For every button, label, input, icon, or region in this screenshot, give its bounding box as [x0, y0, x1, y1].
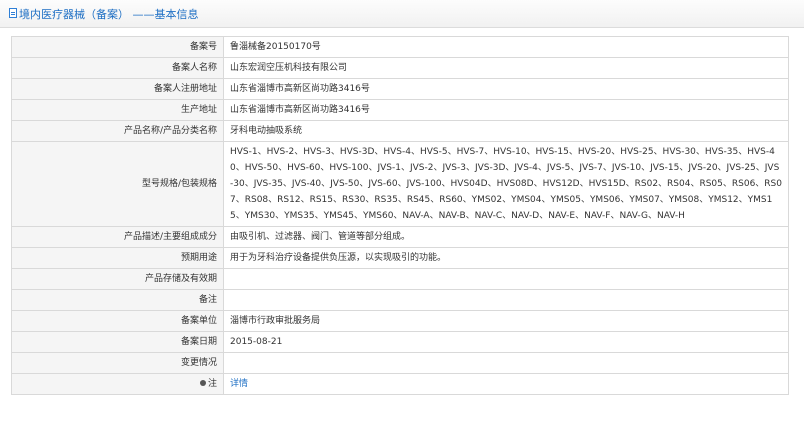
- field-label-registered-address: 备案人注册地址: [11, 78, 224, 100]
- document-icon: [9, 8, 17, 18]
- field-value-registered-address: 山东省淄博市高新区尚功路3416号: [223, 78, 789, 100]
- field-value-change-status: [223, 352, 789, 374]
- page-title: 境内医疗器械（备案） ——基本信息: [19, 8, 199, 21]
- page-header: 境内医疗器械（备案） ——基本信息: [0, 0, 804, 28]
- field-value-intended-use: 用于为牙科治疗设备提供负压源，以实现吸引的功能。: [223, 247, 789, 269]
- table-row: 变更情况: [11, 352, 789, 374]
- field-value-registrant-name: 山东宏润空压机科技有限公司: [223, 57, 789, 79]
- table-row: 备案人名称 山东宏润空压机科技有限公司: [11, 57, 789, 79]
- field-value-record-number: 鲁淄械备20150170号: [223, 36, 789, 58]
- field-value-production-address: 山东省淄博市高新区尚功路3416号: [223, 99, 789, 121]
- field-value-product-name: 牙科电动抽吸系统: [223, 120, 789, 142]
- field-label-remarks: 备注: [11, 289, 224, 311]
- field-value-filing-unit: 淄博市行政审批服务局: [223, 310, 789, 332]
- field-label-product-name: 产品名称/产品分类名称: [11, 120, 224, 142]
- field-label-production-address: 生产地址: [11, 99, 224, 121]
- field-label-storage-validity: 产品存储及有效期: [11, 268, 224, 290]
- field-value-storage-validity: [223, 268, 789, 290]
- table-row: 产品描述/主要组成成分 由吸引机、过滤器、阀门、管道等部分组成。: [11, 226, 789, 248]
- table-row: 备案人注册地址 山东省淄博市高新区尚功路3416号: [11, 78, 789, 100]
- table-row: 预期用途 用于为牙科治疗设备提供负压源，以实现吸引的功能。: [11, 247, 789, 269]
- table-row: 备案日期 2015-08-21: [11, 331, 789, 353]
- table-row: 备案单位 淄博市行政审批服务局: [11, 310, 789, 332]
- field-label-filing-date: 备案日期: [11, 331, 224, 353]
- table-row: 生产地址 山东省淄博市高新区尚功路3416号: [11, 99, 789, 121]
- info-table: 备案号 鲁淄械备20150170号 备案人名称 山东宏润空压机科技有限公司 备案…: [11, 36, 789, 395]
- field-value-filing-date: 2015-08-21: [223, 331, 789, 353]
- field-label-record-number: 备案号: [11, 36, 224, 58]
- field-value-model-spec: HVS-1、HVS-2、HVS-3、HVS-3D、HVS-4、HVS-5、HVS…: [223, 141, 789, 227]
- field-label-change-status: 变更情况: [11, 352, 224, 374]
- note-icon: [199, 379, 206, 386]
- table-row: 备案号 鲁淄械备20150170号: [11, 36, 789, 58]
- field-label-filing-unit: 备案单位: [11, 310, 224, 332]
- note-label-text: 注: [207, 379, 217, 389]
- field-value-product-description: 由吸引机、过滤器、阀门、管道等部分组成。: [223, 226, 789, 248]
- field-label-product-description: 产品描述/主要组成成分: [11, 226, 224, 248]
- field-value-remarks: [223, 289, 789, 311]
- details-link[interactable]: 详情: [230, 379, 248, 389]
- table-row: 产品名称/产品分类名称 牙科电动抽吸系统: [11, 120, 789, 142]
- table-row: 型号规格/包装规格 HVS-1、HVS-2、HVS-3、HVS-3D、HVS-4…: [11, 141, 789, 227]
- field-label-registrant-name: 备案人名称: [11, 57, 224, 79]
- table-row: 备注: [11, 289, 789, 311]
- field-label-model-spec: 型号规格/包装规格: [11, 141, 224, 227]
- table-row: 注 详情: [11, 373, 789, 395]
- field-label-intended-use: 预期用途: [11, 247, 224, 269]
- field-value-note: 详情: [223, 373, 789, 395]
- field-label-note: 注: [11, 373, 224, 395]
- table-row: 产品存储及有效期: [11, 268, 789, 290]
